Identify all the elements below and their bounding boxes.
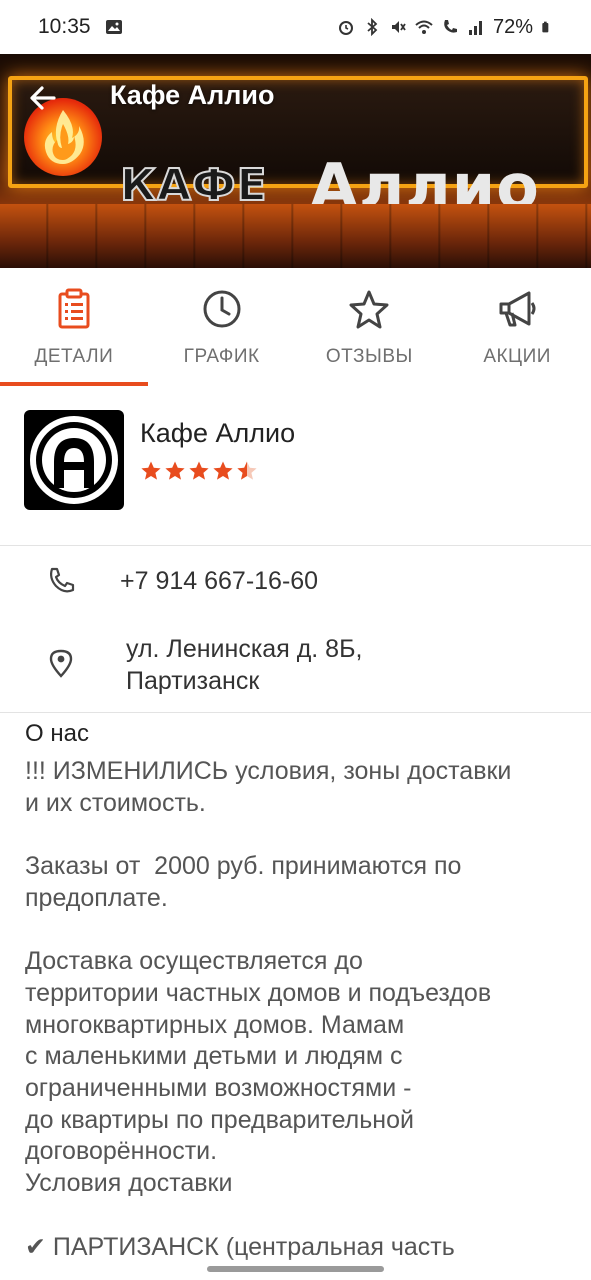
tab-bar: ДЕТАЛИ ГРАФИК ОТЗЫВЫ АКЦИИ <box>0 268 591 386</box>
back-button[interactable] <box>22 78 64 118</box>
banner-floor <box>0 204 591 268</box>
wifi-icon <box>415 20 433 34</box>
bluetooth-icon <box>367 18 378 36</box>
star-outline-icon <box>349 290 389 329</box>
battery-percent: 72% <box>492 15 533 38</box>
address-line-2: Партизанск <box>126 667 260 695</box>
star-filled-icon <box>141 461 161 480</box>
about-title: О нас <box>25 720 89 747</box>
alarm-icon <box>338 21 353 35</box>
tab-reviews-label: ОТЗЫВЫ <box>325 346 413 367</box>
clock-icon <box>203 290 241 328</box>
tab-promotions-label: АКЦИИ <box>483 346 551 367</box>
header-banner: КАФЕ Аллио <box>0 54 591 268</box>
phone-number: +7 914 667-16-60 <box>120 567 319 595</box>
cafe-logo-icon <box>24 410 124 510</box>
star-filled-icon <box>189 461 209 480</box>
tab-details[interactable]: ДЕТАЛИ <box>0 268 148 386</box>
megaphone-icon <box>499 291 536 327</box>
tab-schedule[interactable]: ГРАФИК <box>148 268 296 386</box>
location-pin-icon <box>49 649 73 678</box>
section-divider <box>0 712 591 713</box>
signal-icon <box>468 21 482 35</box>
clipboard-list-icon <box>58 288 90 329</box>
rating-stars <box>140 460 258 482</box>
phone-row[interactable]: +7 914 667-16-60 <box>0 556 591 610</box>
cafe-name: Кафе Аллио <box>140 418 296 448</box>
tab-schedule-label: ГРАФИК <box>183 346 260 367</box>
address-line-1: ул. Ленинская д. 8Б, <box>126 635 363 663</box>
tab-reviews[interactable]: ОТЗЫВЫ <box>296 268 444 386</box>
arrow-back-icon <box>30 86 56 110</box>
page-title: Кафе Аллио <box>110 80 275 110</box>
gesture-nav-handle[interactable] <box>207 1266 384 1272</box>
profile-section: Кафе Аллио <box>0 386 591 546</box>
star-filled-icon <box>213 461 233 480</box>
call-icon <box>444 20 457 33</box>
mute-icon <box>391 21 406 33</box>
tab-promotions[interactable]: АКЦИИ <box>443 268 591 386</box>
phone-icon <box>50 567 75 593</box>
about-description: !!! ИЗМЕНИЛИСЬ условия, зоны доставки и … <box>25 757 512 1261</box>
star-half-icon <box>237 461 257 480</box>
status-time: 10:35 <box>38 15 91 38</box>
address-row[interactable]: ул. Ленинская д. 8Б, Партизанск <box>0 630 591 704</box>
star-filled-icon <box>165 461 185 480</box>
image-icon <box>105 20 122 34</box>
battery-icon <box>542 21 549 33</box>
status-bar: 10:35 72% <box>0 0 591 54</box>
tab-details-label: ДЕТАЛИ <box>34 346 114 367</box>
